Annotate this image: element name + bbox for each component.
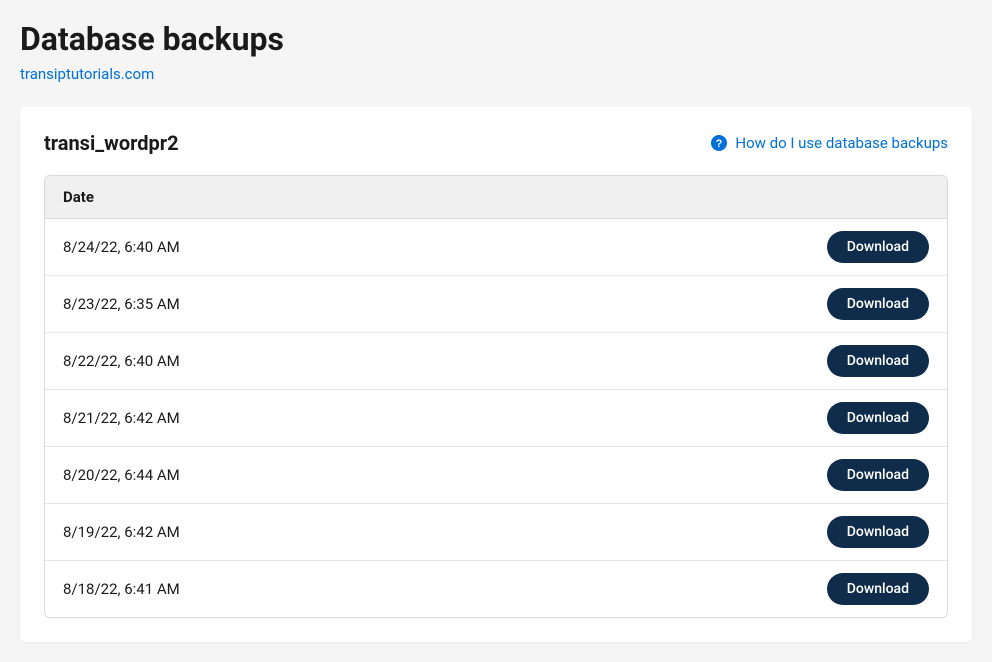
table-row: 8/20/22, 6:44 AM Download [45,447,947,504]
table-row: 8/19/22, 6:42 AM Download [45,504,947,561]
column-header-date: Date [63,188,929,206]
download-button[interactable]: Download [827,573,929,605]
download-button[interactable]: Download [827,402,929,434]
help-link-text: How do I use database backups [735,134,948,152]
download-button[interactable]: Download [827,288,929,320]
table-header: Date [45,176,947,219]
date-cell: 8/21/22, 6:42 AM [63,409,180,427]
help-icon: ? [711,135,727,151]
download-button[interactable]: Download [827,516,929,548]
download-button[interactable]: Download [827,231,929,263]
date-cell: 8/22/22, 6:40 AM [63,352,180,370]
date-cell: 8/20/22, 6:44 AM [63,466,180,484]
table-row: 8/21/22, 6:42 AM Download [45,390,947,447]
download-button[interactable]: Download [827,345,929,377]
card-title: transi_wordpr2 [44,131,179,155]
download-button[interactable]: Download [827,459,929,491]
help-link[interactable]: ? How do I use database backups [711,134,948,152]
backups-table: Date 8/24/22, 6:40 AMDownload8/23/22, 6:… [44,175,948,618]
date-cell: 8/24/22, 6:40 AM [63,238,180,256]
table-row: 8/22/22, 6:40 AM Download [45,333,947,390]
table-row: 8/24/22, 6:40 AM Download [45,219,947,276]
table-row: 8/23/22, 6:35 AM Download [45,276,947,333]
date-cell: 8/18/22, 6:41 AM [63,580,180,598]
page-title: Database backups [20,20,972,58]
date-cell: 8/19/22, 6:42 AM [63,523,180,541]
table-row: 8/18/22, 6:41 AM Download [45,561,947,617]
date-cell: 8/23/22, 6:35 AM [63,295,180,313]
breadcrumb-link[interactable]: transiptutorials.com [20,65,154,83]
backup-card: transi_wordpr2 ? How do I use database b… [20,107,972,642]
svg-text:?: ? [716,138,723,150]
card-header: transi_wordpr2 ? How do I use database b… [44,131,948,155]
